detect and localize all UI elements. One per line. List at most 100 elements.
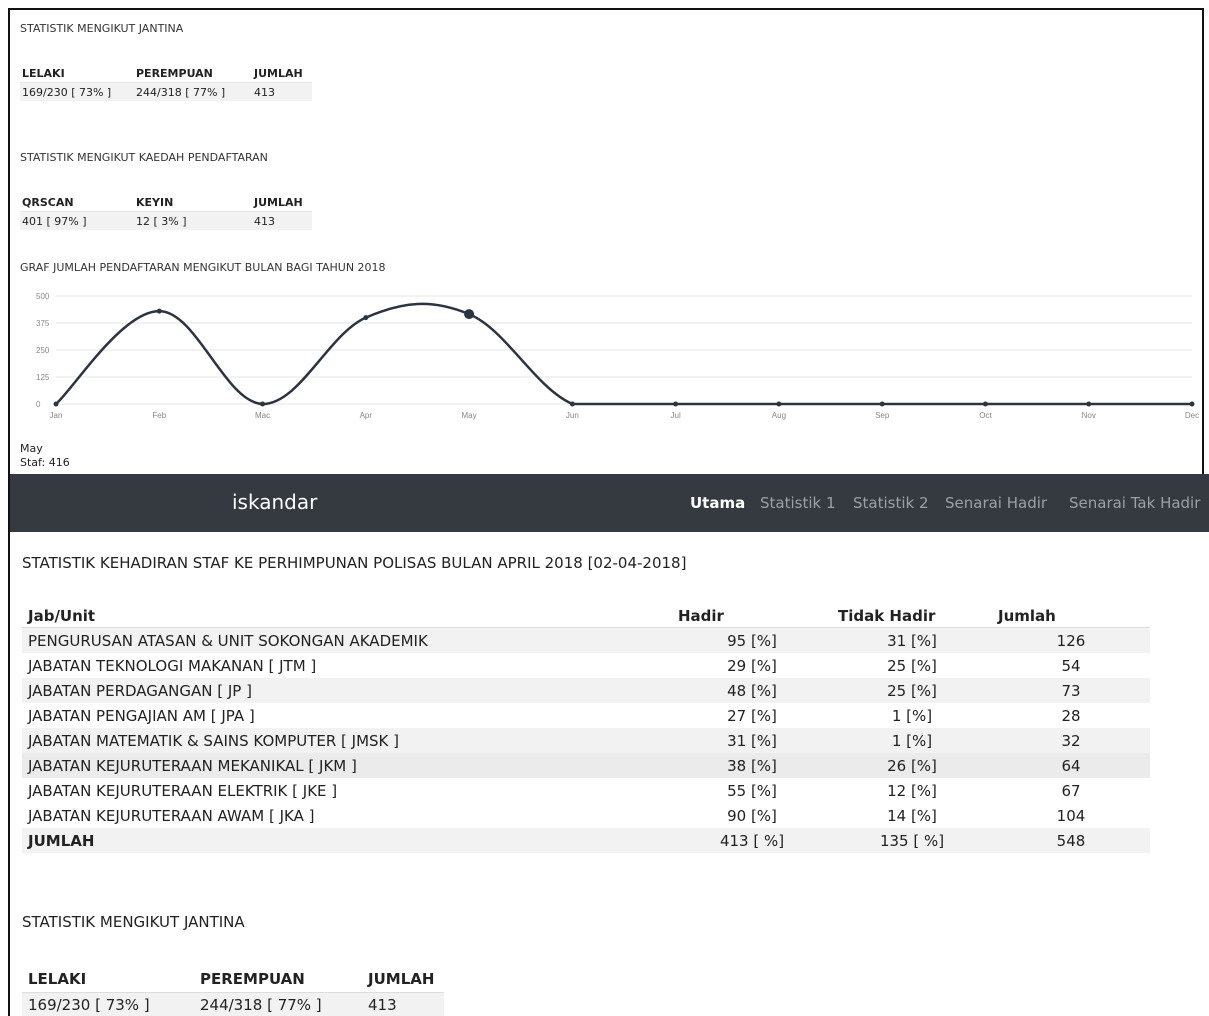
- cell-hadir: 95 [%]: [672, 627, 832, 653]
- table-row: JABATAN PENGAJIAN AM [ JPA ] 27 [%] 1 [%…: [22, 703, 1150, 728]
- data-point: [363, 315, 369, 321]
- total-hadir: 413 [ %]: [672, 828, 832, 853]
- cell-jumlah: 126: [992, 627, 1150, 653]
- cell-hadir: 29 [%]: [727, 656, 777, 675]
- total-tidak-hadir: 135 [ %]: [832, 828, 992, 853]
- cell-unit: JABATAN MATEMATIK & SAINS KOMPUTER [ JMS…: [22, 728, 672, 753]
- gender-cell-perempuan: 244/318 [ 77% ]: [194, 992, 362, 1016]
- y-tick-label: 375: [36, 319, 50, 328]
- cell-jumlah: 104: [1056, 806, 1086, 825]
- data-point: [776, 401, 782, 407]
- chart-title: GRAF JUMLAH PENDAFTARAN MENGIKUT BULAN B…: [20, 261, 386, 274]
- x-tick-label: Jul: [671, 411, 681, 420]
- nav-item-senarai-tak-hadir[interactable]: Senarai Tak Hadir: [1069, 494, 1200, 512]
- gender-header-perempuan: PEREMPUAN: [134, 64, 252, 83]
- registration-line-chart: 0 125 250 375 500 Jan Feb Mac Apr May Jun Jul Aug Sep…: [20, 288, 1202, 438]
- x-tick-label: Jun: [566, 411, 579, 420]
- chart-tooltip: May Staf: 416: [20, 442, 70, 470]
- cell-unit: PENGURUSAN ATASAN & UNIT SOKONGAN AKADEM…: [22, 627, 672, 653]
- method-table: QRSCAN KEYIN JUMLAH 401 [ 97% ] 12 [ 3% …: [20, 193, 312, 230]
- page-title: STATISTIK KEHADIRAN STAF KE PERHIMPUNAN …: [22, 554, 687, 572]
- cell-tidak-hadir: 12 [%]: [887, 781, 937, 800]
- y-tick-label: 0: [36, 400, 41, 409]
- table-header-row: Jab/Unit Hadir Tidak Hadir Jumlah: [22, 605, 1150, 628]
- cell-hadir: 38 [%]: [672, 753, 832, 778]
- cell-tidak-hadir: 31 [%]: [832, 627, 992, 653]
- x-tick-label: Oct: [979, 411, 992, 420]
- cell-tidak-hadir: 1 [%]: [891, 706, 933, 725]
- table-row: JABATAN KEJURUTERAAN AWAM [ JKA ] 90 [%]…: [22, 803, 1150, 828]
- cell-unit: JABATAN PERDAGANGAN [ JP ]: [22, 678, 672, 703]
- table-row: JABATAN KEJURUTERAAN MEKANIKAL [ JKM ] 3…: [22, 753, 1150, 778]
- y-tick-label: 500: [36, 292, 50, 301]
- gender-cell-lelaki: 169/230 [ 73% ]: [22, 992, 194, 1016]
- total-label: JUMLAH: [22, 828, 672, 853]
- gender-header-jumlah: JUMLAH: [252, 64, 312, 83]
- data-point: [1189, 401, 1195, 407]
- data-point: [260, 401, 266, 407]
- gender-table-top: LELAKI PEREMPUAN JUMLAH 169/230 [ 73% ] …: [20, 64, 312, 101]
- x-tick-label: May: [462, 411, 477, 420]
- cell-jumlah: 28: [1061, 706, 1081, 725]
- data-point: [1086, 401, 1092, 407]
- header-tidak-hadir: Tidak Hadir: [832, 605, 992, 628]
- data-point: [156, 308, 162, 314]
- cell-tidak-hadir: 26 [%]: [832, 753, 992, 778]
- data-point: [673, 401, 679, 407]
- data-point: [53, 401, 59, 407]
- nav-item-statistik-2[interactable]: Statistik 2: [853, 494, 929, 512]
- cell-tidak-hadir: 25 [%]: [832, 678, 992, 703]
- brand-logo[interactable]: iskandar: [232, 490, 317, 514]
- gender-header-lelaki: LELAKI: [20, 64, 134, 83]
- cell-tidak-hadir: 25 [%]: [887, 656, 937, 675]
- x-tick-label: Jan: [50, 411, 63, 420]
- nav-item-utama[interactable]: Utama: [690, 494, 745, 512]
- cell-unit: JABATAN TEKNOLOGI MAKANAN [ JTM ]: [28, 656, 317, 675]
- x-tick-label: Aug: [772, 411, 786, 420]
- x-tick-label: Feb: [152, 411, 166, 420]
- table-row: JABATAN MATEMATIK & SAINS KOMPUTER [ JMS…: [22, 728, 1150, 753]
- gender-title-bottom: STATISTIK MENGIKUT JANTINA: [22, 913, 245, 931]
- method-header-jumlah: JUMLAH: [252, 193, 312, 212]
- gender-section-title: STATISTIK MENGIKUT JANTINA: [20, 22, 184, 35]
- y-tick-label: 125: [36, 373, 50, 382]
- series-line-staf: [55, 302, 1192, 406]
- cell-hadir: 27 [%]: [727, 706, 777, 725]
- data-point: [879, 401, 885, 407]
- table-row: JABATAN PERDAGANGAN [ JP ] 48 [%] 25 [%]…: [22, 678, 1150, 703]
- gender-cell-jumlah: 413: [252, 82, 312, 101]
- method-cell-jumlah: 413: [252, 211, 312, 230]
- top-navbar: iskandar Utama Statistik 1 Statistik 2 S…: [10, 474, 1209, 532]
- table-row: JABATAN KEJURUTERAAN ELEKTRIK [ JKE ] 55…: [22, 778, 1150, 803]
- data-point: [569, 401, 575, 407]
- cell-jumlah: 32: [992, 728, 1150, 753]
- table-row: JABATAN TEKNOLOGI MAKANAN [ JTM ] 29 [%]…: [22, 653, 1150, 678]
- cell-tidak-hadir: 14 [%]: [887, 806, 937, 825]
- header-hadir: Hadir: [672, 605, 832, 628]
- table-row: PENGURUSAN ATASAN & UNIT SOKONGAN AKADEM…: [22, 627, 1150, 653]
- gender-header-jumlah: JUMLAH: [362, 966, 444, 993]
- nav-item-statistik-1[interactable]: Statistik 1: [760, 494, 836, 512]
- y-tick-label: 250: [36, 346, 50, 355]
- method-cell-qrscan: 401 [ 97% ]: [20, 211, 134, 230]
- method-header-qrscan: QRSCAN: [20, 193, 134, 212]
- cell-unit: JABATAN KEJURUTERAAN ELEKTRIK [ JKE ]: [28, 781, 338, 800]
- gender-header-lelaki: LELAKI: [22, 966, 194, 993]
- x-tick-label: Sep: [875, 411, 890, 420]
- cell-jumlah: 54: [1061, 656, 1081, 675]
- cell-unit: JABATAN PENGAJIAN AM [ JPA ]: [28, 706, 255, 725]
- tooltip-month: May: [20, 442, 43, 455]
- table-total-row: JUMLAH 413 [ %] 135 [ %] 548: [22, 828, 1150, 853]
- nav-item-senarai-hadir[interactable]: Senarai Hadir: [945, 494, 1047, 512]
- gender-table-bottom: LELAKI PEREMPUAN JUMLAH 169/230 [ 73% ] …: [22, 966, 444, 1016]
- x-tick-label: Apr: [360, 411, 373, 420]
- x-tick-label: Mac: [255, 411, 270, 420]
- attendance-table: Jab/Unit Hadir Tidak Hadir Jumlah PENGUR…: [22, 605, 1150, 853]
- top-statistics-panel: STATISTIK MENGIKUT JANTINA LELAKI PEREMP…: [8, 8, 1204, 475]
- tooltip-value: Staf: 416: [20, 456, 70, 469]
- method-header-keyin: KEYIN: [134, 193, 252, 212]
- cell-hadir: 48 [%]: [672, 678, 832, 703]
- header-jumlah: Jumlah: [992, 605, 1150, 628]
- gender-cell-jumlah: 413: [362, 992, 444, 1016]
- cell-jumlah: 67: [1061, 781, 1081, 800]
